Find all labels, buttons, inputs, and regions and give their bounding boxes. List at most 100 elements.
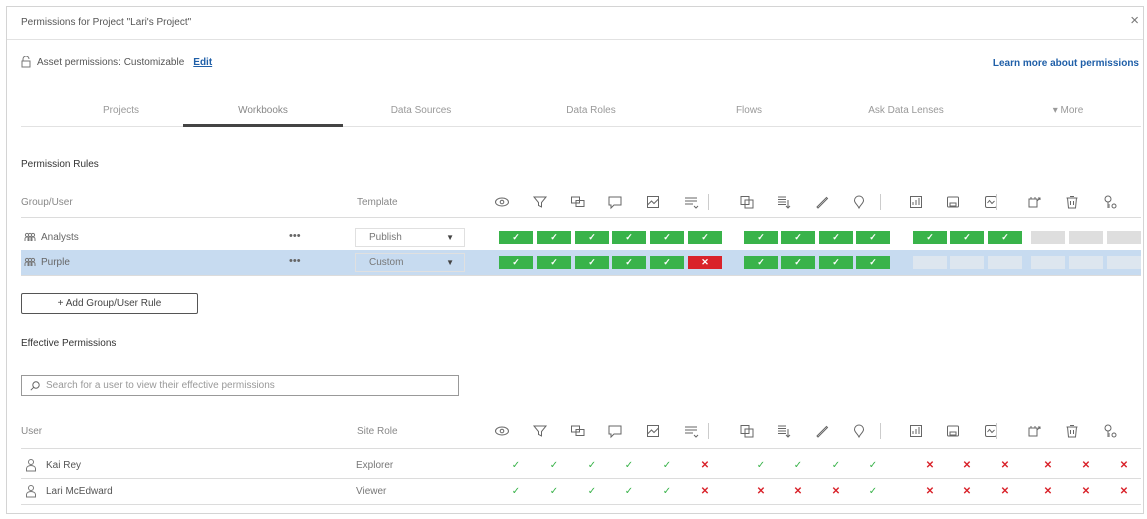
- allowed-check-icon: ✓: [831, 460, 841, 471]
- tab-projects[interactable]: Projects: [66, 97, 176, 127]
- capability-group-divider: [996, 194, 997, 210]
- allowed-check-icon: ✓: [868, 460, 878, 471]
- caret-down-icon: ▼: [446, 233, 454, 242]
- allowed-check-icon: ✓: [587, 486, 597, 497]
- capability-none-toggle[interactable]: [950, 256, 984, 269]
- capability-allow-toggle[interactable]: ✓: [537, 256, 571, 269]
- denied-x-icon: ✕: [700, 460, 710, 471]
- overwrite-icon: [945, 194, 961, 210]
- capability-allow-toggle[interactable]: ✓: [856, 231, 890, 244]
- capability-none-toggle[interactable]: [913, 256, 947, 269]
- denied-x-icon: ✕: [831, 486, 841, 497]
- denied-x-icon: ✕: [1000, 486, 1010, 497]
- capability-none-toggle[interactable]: [1031, 231, 1065, 244]
- tab-data-roles[interactable]: Data Roles: [541, 97, 641, 127]
- capability-allow-toggle[interactable]: ✓: [499, 256, 533, 269]
- more-actions-button[interactable]: •••: [289, 255, 301, 267]
- capability-allow-toggle[interactable]: ✓: [537, 231, 571, 244]
- search-input[interactable]: [46, 380, 446, 391]
- capability-allow-toggle[interactable]: ✓: [650, 231, 684, 244]
- unlock-icon: [21, 56, 31, 68]
- share-customized-icon: [776, 423, 792, 439]
- set-permissions-icon: [1064, 194, 1080, 210]
- effective-header-divider: [21, 448, 1141, 449]
- denied-x-icon: ✕: [756, 486, 766, 497]
- capability-allow-toggle[interactable]: ✓: [781, 256, 815, 269]
- capability-allow-toggle[interactable]: ✓: [781, 231, 815, 244]
- template-dropdown[interactable]: Custom ▼: [355, 253, 465, 272]
- more-actions-button[interactable]: •••: [289, 230, 301, 242]
- denied-x-icon: ✕: [1043, 460, 1053, 471]
- capability-none-toggle[interactable]: [1069, 231, 1103, 244]
- capability-allow-toggle[interactable]: ✓: [950, 231, 984, 244]
- permissions-dialog: Permissions for Project "Lari's Project"…: [6, 6, 1144, 514]
- capability-allow-toggle[interactable]: ✓: [612, 256, 646, 269]
- denied-x-icon: ✕: [793, 486, 803, 497]
- tab-more[interactable]: ▾ More: [1033, 97, 1103, 127]
- capability-allow-toggle[interactable]: ✓: [988, 231, 1022, 244]
- user-name: Kai Rey: [46, 460, 82, 471]
- permission-rules-title: Permission Rules: [21, 159, 99, 170]
- allowed-check-icon: ✓: [756, 460, 766, 471]
- capability-allow-toggle[interactable]: ✓: [650, 256, 684, 269]
- effective-permissions-search[interactable]: [21, 375, 459, 396]
- capability-allow-toggle[interactable]: ✓: [856, 256, 890, 269]
- add-group-user-rule-button[interactable]: + Add Group/User Rule: [21, 293, 198, 314]
- capability-allow-toggle[interactable]: ✓: [575, 231, 609, 244]
- asset-permissions-label: Asset permissions: Customizable: [37, 56, 185, 68]
- allowed-check-icon: ✓: [511, 486, 521, 497]
- denied-x-icon: ✕: [962, 460, 972, 471]
- rules-header-divider: [21, 217, 1141, 218]
- share-customized-icon: [776, 194, 792, 210]
- export-data-icon: [683, 423, 699, 439]
- denied-x-icon: ✕: [1119, 460, 1129, 471]
- capability-allow-toggle[interactable]: ✓: [819, 256, 853, 269]
- dialog-title-bar: Permissions for Project "Lari's Project"…: [7, 7, 1143, 40]
- allowed-check-icon: ✓: [549, 460, 559, 471]
- template-value: Publish: [369, 232, 402, 243]
- allowed-check-icon: ✓: [587, 460, 597, 471]
- view-icon: [494, 423, 510, 439]
- capability-group-divider: [880, 194, 881, 210]
- export-image-icon: [645, 423, 661, 439]
- denied-x-icon: ✕: [1081, 486, 1091, 497]
- capability-allow-toggle[interactable]: ✓: [499, 231, 533, 244]
- group-icon: [24, 232, 36, 246]
- delete-icon: [1026, 194, 1042, 210]
- tab-workbooks[interactable]: Workbooks: [183, 97, 343, 127]
- capability-group-divider: [996, 423, 997, 439]
- tab-flows[interactable]: Flows: [709, 97, 789, 127]
- close-icon[interactable]: ×: [1130, 13, 1139, 28]
- effective-permission-row: Kai Rey Explorer ✓ ✓ ✓ ✓ ✓ ✕ ✓ ✓ ✓ ✓ ✕ ✕ ✕ ✕ ✕ ✕: [21, 453, 1141, 479]
- user-name: Lari McEdward: [46, 486, 113, 497]
- user-icon: [25, 484, 37, 501]
- capability-allow-toggle[interactable]: ✓: [819, 231, 853, 244]
- capability-allow-toggle[interactable]: ✓: [744, 256, 778, 269]
- learn-more-link[interactable]: Learn more about permissions: [993, 58, 1139, 69]
- denied-x-icon: ✕: [700, 486, 710, 497]
- permission-rule-row[interactable]: Purple ••• Custom ▼ ✓ ✓ ✓ ✓ ✓ ✕ ✓ ✓ ✓ ✓: [21, 250, 1141, 276]
- view-underlying-data-icon: [739, 423, 755, 439]
- capability-allow-toggle[interactable]: ✓: [913, 231, 947, 244]
- capability-none-toggle[interactable]: [1069, 256, 1103, 269]
- user-icon: [25, 458, 37, 475]
- effective-permissions-title: Effective Permissions: [21, 338, 117, 349]
- capability-allow-toggle[interactable]: ✓: [612, 231, 646, 244]
- permission-rule-row[interactable]: Analysts ••• Publish ▼ ✓ ✓ ✓ ✓ ✓ ✓ ✓ ✓ ✓ ✓ ✓ ✓ ✓: [21, 225, 1141, 251]
- tab-ask-data-lenses[interactable]: Ask Data Lenses: [846, 97, 966, 127]
- capability-none-toggle[interactable]: [1107, 231, 1141, 244]
- capability-allow-toggle[interactable]: ✓: [688, 231, 722, 244]
- capability-allow-toggle[interactable]: ✓: [744, 231, 778, 244]
- edit-link[interactable]: Edit: [193, 57, 212, 68]
- delete-icon: [1026, 423, 1042, 439]
- capability-allow-toggle[interactable]: ✓: [575, 256, 609, 269]
- allowed-check-icon: ✓: [511, 460, 521, 471]
- capability-none-toggle[interactable]: [1107, 256, 1141, 269]
- capability-none-toggle[interactable]: [988, 256, 1022, 269]
- template-dropdown[interactable]: Publish ▼: [355, 228, 465, 247]
- comments-view-icon: [570, 194, 586, 210]
- tab-data-sources[interactable]: Data Sources: [361, 97, 481, 127]
- capability-deny-toggle[interactable]: ✕: [688, 256, 722, 269]
- capability-none-toggle[interactable]: [1031, 256, 1065, 269]
- view-underlying-data-icon: [739, 194, 755, 210]
